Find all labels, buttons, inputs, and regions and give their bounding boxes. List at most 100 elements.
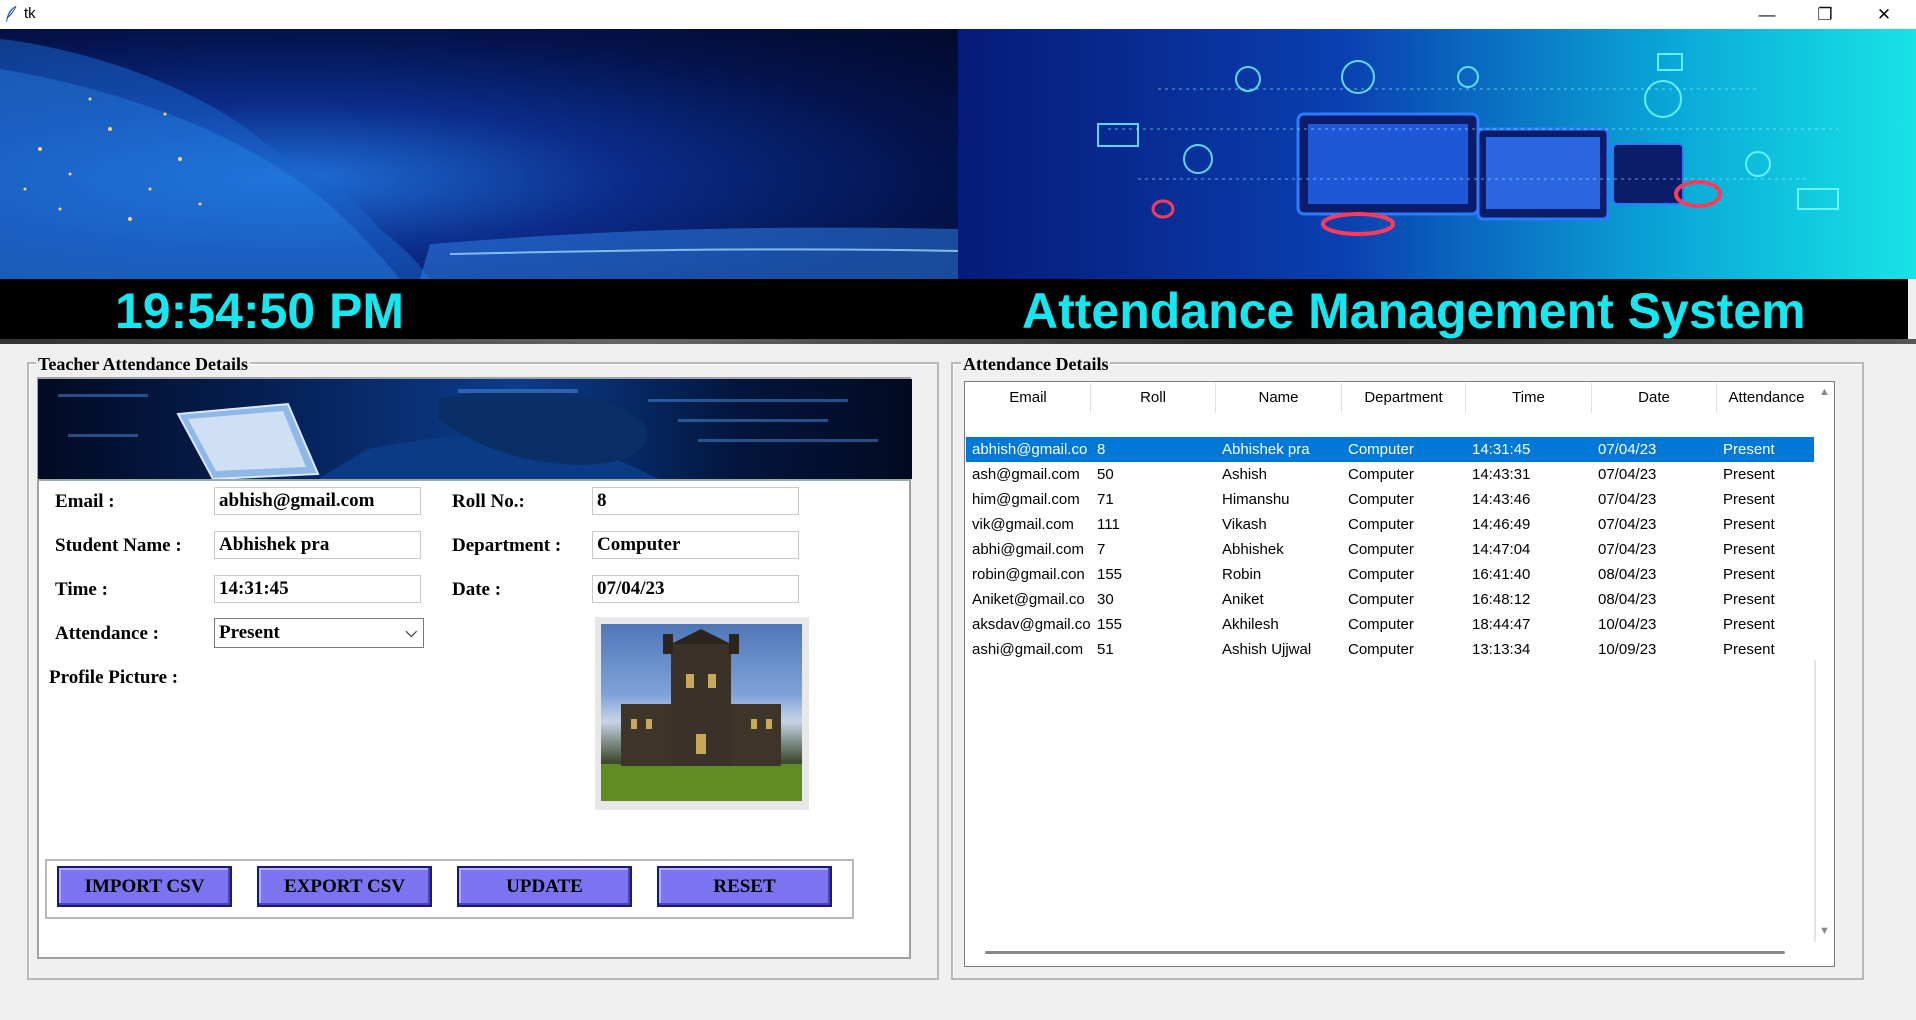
- cell-email: ashi@gmail.com: [972, 641, 1084, 658]
- cell-department: Computer: [1348, 566, 1414, 583]
- table-row[interactable]: ash@gmail.com 50 Ashish Computer 14:43:31 07/…: [966, 462, 1814, 487]
- department-label: Department :: [452, 535, 562, 556]
- date-field[interactable]: 07/04/23: [592, 575, 799, 603]
- cell-department: Computer: [1348, 541, 1414, 558]
- scrollbar-track: [1814, 660, 1816, 945]
- cell-time: 14:46:49: [1472, 516, 1531, 533]
- attendance-select[interactable]: Present ⌵: [214, 618, 424, 648]
- maximize-button[interactable]: ❐: [1796, 0, 1854, 29]
- app-title: Attendance Management System: [1022, 283, 1806, 339]
- student-name-label: Student Name :: [55, 535, 182, 556]
- cell-attendance: Present: [1723, 566, 1775, 583]
- cell-roll: 155: [1097, 566, 1123, 583]
- cell-time: 18:44:47: [1472, 616, 1531, 633]
- close-button[interactable]: ✕: [1855, 0, 1913, 29]
- cell-roll: 155: [1097, 616, 1123, 633]
- column-header-roll[interactable]: Roll: [1091, 383, 1216, 413]
- cell-date: 08/04/23: [1598, 591, 1657, 608]
- cell-name: Abhishek: [1222, 541, 1284, 558]
- roll-field[interactable]: 8: [592, 487, 799, 515]
- cell-date: 07/04/23: [1598, 491, 1657, 508]
- cell-department: Computer: [1348, 516, 1414, 533]
- time-field[interactable]: 14:31:45: [214, 575, 421, 603]
- export-csv-button[interactable]: EXPORT CSV: [257, 866, 432, 907]
- cell-attendance: Present: [1723, 441, 1775, 458]
- cell-attendance: Present: [1723, 541, 1775, 558]
- table-row[interactable]: abhish@gmail.co 8 Abhishek pra Computer 14:3…: [966, 437, 1814, 462]
- column-header-email[interactable]: Email: [966, 383, 1091, 413]
- cell-name: Himanshu: [1222, 491, 1290, 508]
- cell-email: vik@gmail.com: [972, 516, 1074, 533]
- technology-banner-image: [958, 29, 1916, 279]
- cell-time: 16:48:12: [1472, 591, 1531, 608]
- attendance-select-value: Present: [219, 622, 280, 643]
- cell-department: Computer: [1348, 591, 1414, 608]
- time-label: Time :: [55, 579, 108, 600]
- scroll-up-icon[interactable]: ▲: [1819, 386, 1830, 398]
- table-row[interactable]: Aniket@gmail.co 30 Aniket Computer 16:48:12 0…: [966, 587, 1814, 612]
- column-header-department[interactable]: Department: [1342, 383, 1466, 413]
- cell-department: Computer: [1348, 616, 1414, 633]
- cell-email: abhish@gmail.co: [972, 441, 1088, 458]
- cell-department: Computer: [1348, 641, 1414, 658]
- table-row[interactable]: vik@gmail.com 111 Vikash Computer 14:46:49 07…: [966, 512, 1814, 537]
- cell-time: 16:41:40: [1472, 566, 1531, 583]
- cell-email: Aniket@gmail.co: [972, 591, 1085, 608]
- column-header-time[interactable]: Time: [1466, 383, 1592, 413]
- cell-date: 10/09/23: [1598, 641, 1657, 658]
- attendance-label: Attendance :: [55, 623, 159, 644]
- cell-name: Vikash: [1222, 516, 1267, 533]
- cell-department: Computer: [1348, 491, 1414, 508]
- email-label: Email :: [55, 491, 115, 512]
- profile-picture-label: Profile Picture :: [49, 667, 179, 688]
- horizontal-scroll-thumb[interactable]: [985, 951, 1785, 954]
- cell-attendance: Present: [1723, 466, 1775, 483]
- cell-email: robin@gmail.con: [972, 566, 1085, 583]
- date-label: Date :: [452, 579, 502, 600]
- table-row[interactable]: ashi@gmail.com 51 Ashish Ujjwal Computer 13:…: [966, 637, 1814, 662]
- cell-name: Robin: [1222, 566, 1262, 583]
- column-header-attendance[interactable]: Attendance: [1717, 383, 1816, 413]
- table-row[interactable]: aksdav@gmail.co 155 Akhilesh Computer 18:44:…: [966, 612, 1814, 637]
- scroll-down-icon[interactable]: ▼: [1819, 925, 1830, 937]
- import-csv-button[interactable]: IMPORT CSV: [57, 866, 232, 907]
- department-field[interactable]: Computer: [592, 531, 799, 559]
- cell-date: 10/04/23: [1598, 616, 1657, 633]
- table-row[interactable]: robin@gmail.con 155 Robin Computer 16:41:40 0…: [966, 562, 1814, 587]
- cell-time: 14:47:04: [1472, 541, 1531, 558]
- student-name-field[interactable]: Abhishek pra: [214, 531, 421, 559]
- window-title: tk: [24, 5, 36, 22]
- minimize-button[interactable]: —: [1738, 0, 1796, 29]
- cell-email: ash@gmail.com: [972, 466, 1080, 483]
- tk-feather-icon: [6, 5, 17, 22]
- cell-time: 13:13:34: [1472, 641, 1531, 658]
- cell-roll: 111: [1097, 516, 1120, 533]
- column-header-name[interactable]: Name: [1216, 383, 1342, 413]
- reset-button[interactable]: RESET: [657, 866, 832, 907]
- cell-roll: 7: [1097, 541, 1106, 558]
- teacher-attendance-legend: Teacher Attendance Details: [36, 354, 250, 375]
- cell-roll: 51: [1097, 641, 1114, 658]
- cell-roll: 8: [1097, 441, 1106, 458]
- cell-department: Computer: [1348, 441, 1414, 458]
- cell-email: him@gmail.com: [972, 491, 1080, 508]
- chevron-down-icon[interactable]: ⌵: [406, 623, 417, 641]
- table-row[interactable]: abhi@gmail.com 7 Abhishek Computer 14:47:04 0…: [966, 537, 1814, 562]
- profile-picture-image: [601, 624, 802, 801]
- cell-email: abhi@gmail.com: [972, 541, 1084, 558]
- hacker-laptop-image: [38, 379, 912, 479]
- cell-roll: 71: [1097, 491, 1114, 508]
- email-field[interactable]: abhish@gmail.com: [214, 487, 421, 515]
- form-separator: [38, 479, 910, 481]
- cell-name: Ashish Ujjwal: [1222, 641, 1312, 658]
- cell-attendance: Present: [1723, 616, 1775, 633]
- cell-name: Aniket: [1222, 591, 1264, 608]
- update-button[interactable]: UPDATE: [457, 866, 632, 907]
- window-titlebar: tk — ❐ ✕: [0, 0, 1916, 29]
- cell-email: aksdav@gmail.co: [972, 616, 1091, 633]
- table-row[interactable]: him@gmail.com 71 Himanshu Computer 14:43:46 0…: [966, 487, 1814, 512]
- vertical-scrollbar[interactable]: [1816, 383, 1833, 943]
- column-header-date[interactable]: Date: [1592, 383, 1717, 413]
- roll-label: Roll No.:: [452, 491, 525, 512]
- attendance-details-legend: Attendance Details: [961, 354, 1111, 375]
